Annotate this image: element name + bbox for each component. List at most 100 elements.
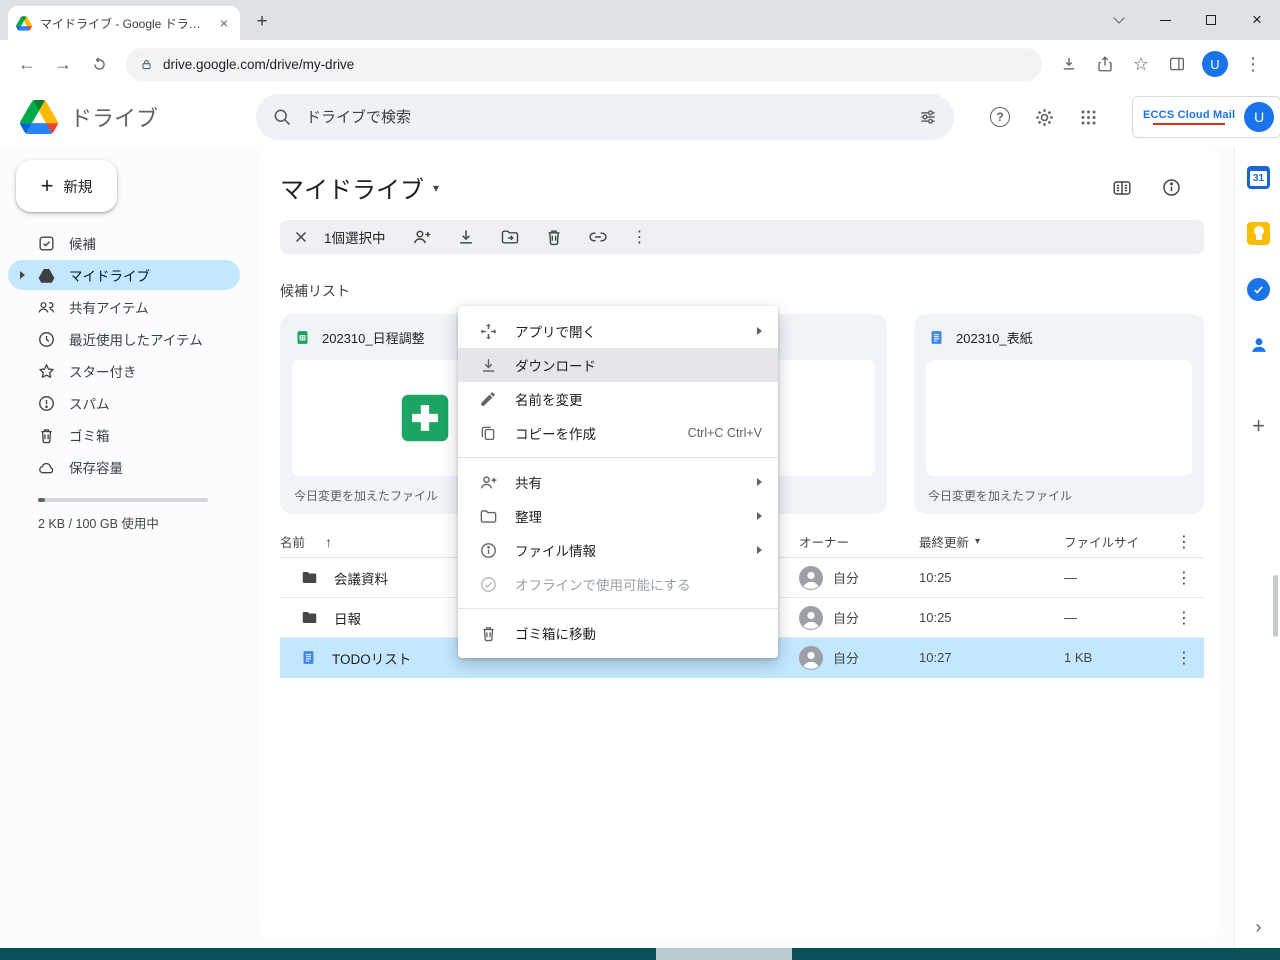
menu-item-move-to-trash[interactable]: ゴミ箱に移動 [458,616,778,650]
downloads-icon[interactable] [1052,47,1086,81]
account-avatar[interactable]: U [1244,102,1274,132]
forward-button[interactable]: → [46,47,80,81]
back-button[interactable]: ← [10,47,44,81]
sidebar-item-storage[interactable]: 保存容量 [8,452,240,482]
folder-icon [300,568,319,587]
side-panel-icon[interactable] [1160,47,1194,81]
column-options-icon[interactable]: ⋮ [1164,532,1204,552]
account-badge[interactable]: ECCS Cloud Mail U [1132,96,1280,138]
rename-pencil-icon [478,389,498,409]
shared-people-icon [36,297,56,317]
page-title[interactable]: マイドライブ ▾ [280,170,439,205]
suggestion-card[interactable]: 202310_表紙 今日変更を加えたファイル [914,314,1204,514]
share-icon[interactable] [1088,47,1122,81]
bookmark-star-icon[interactable]: ☆ [1124,47,1158,81]
menu-divider [458,457,778,458]
scrollbar-thumb[interactable] [1273,575,1278,637]
collapse-panel-icon[interactable]: › [1256,917,1262,938]
menu-item-file-info[interactable]: ファイル情報 [458,533,778,567]
info-icon [478,540,498,560]
menu-item-make-copy[interactable]: コピーを作成 Ctrl+C Ctrl+V [458,416,778,450]
contacts-icon[interactable] [1248,334,1270,356]
window-maximize-button[interactable] [1188,0,1234,40]
trash-icon [36,425,56,445]
new-button[interactable]: + 新規 [16,160,117,212]
submenu-arrow-icon [757,546,762,554]
calendar-icon[interactable]: 31 [1247,166,1270,189]
window-close-button[interactable]: × [1234,0,1280,40]
drive-search-bar[interactable] [256,94,954,140]
column-header-name[interactable]: 名前 [280,532,305,551]
sort-ascending-icon[interactable]: ↑ [325,534,332,550]
get-link-icon[interactable] [588,227,608,247]
layout-toggle-icon[interactable] [1111,177,1133,199]
clear-selection-icon[interactable] [292,228,310,246]
delete-icon[interactable] [544,227,564,247]
more-actions-icon[interactable]: ⋮ [632,227,648,247]
menu-item-open-with[interactable]: アプリで開く [458,314,778,348]
row-menu-icon[interactable]: ⋮ [1164,568,1204,588]
sidebar-item-recent[interactable]: 最近使用したアイテム [8,324,240,354]
address-bar[interactable] [126,48,1042,81]
menu-item-offline: オフラインで使用可能にする [458,567,778,601]
browser-tab[interactable]: マイドライブ - Google ドライブ × [8,6,240,40]
recent-clock-icon [36,329,56,349]
row-menu-icon[interactable]: ⋮ [1164,648,1204,668]
menu-item-download[interactable]: ダウンロード [458,348,778,382]
help-icon[interactable]: ? [990,107,1010,127]
sidebar-item-starred[interactable]: スター付き [8,356,240,386]
menu-item-rename[interactable]: 名前を変更 [458,382,778,416]
sidebar-item-my-drive[interactable]: マイドライブ [8,260,240,290]
tab-close-icon[interactable]: × [216,15,232,31]
spreadsheet-thumbnail-icon [394,387,456,449]
offline-check-icon [478,574,498,594]
browser-profile-avatar[interactable]: U [1202,51,1228,77]
search-options-icon[interactable] [918,107,938,127]
menu-item-share[interactable]: 共有 [458,465,778,499]
my-drive-icon [36,265,56,285]
keep-icon[interactable] [1247,222,1270,245]
drive-sidebar: + 新規 候補 マイドライブ [0,146,256,948]
taskbar-edge [0,948,1280,960]
sidebar-item-shared[interactable]: 共有アイテム [8,292,240,322]
file-name: TODOリスト [332,648,411,668]
folder-icon [300,608,319,627]
expand-arrow-icon[interactable] [20,271,25,279]
sort-descending-icon[interactable]: ▾ [975,536,980,547]
column-header-owner[interactable]: オーナー [799,532,919,551]
window-minimize-button[interactable] [1142,0,1188,40]
sidebar-item-suggestions[interactable]: 候補 [8,228,240,258]
header-actions: ? ECCS Cloud Mail U [990,96,1280,138]
selection-toolbar: 1個選択中 [280,220,1204,254]
tab-title: マイドライブ - Google ドライブ [40,15,208,32]
drive-search-input[interactable] [306,109,904,126]
tab-search-icon[interactable] [1096,0,1142,40]
tasks-icon[interactable] [1247,278,1270,301]
storage-summary: 2 KB / 100 GB 使用中 [0,484,256,532]
sidebar-item-trash[interactable]: ゴミ箱 [8,420,240,450]
url-input[interactable] [163,57,1028,72]
site-security-icon[interactable] [140,58,153,71]
new-tab-button[interactable]: + [248,8,276,36]
row-menu-icon[interactable]: ⋮ [1164,608,1204,628]
apps-grid-icon[interactable] [1079,108,1098,127]
settings-gear-icon[interactable] [1034,107,1055,128]
app-name: ドライブ [70,101,158,133]
search-icon[interactable] [272,107,292,127]
menu-item-organize[interactable]: 整理 [458,499,778,533]
column-header-modified[interactable]: 最終更新 ▾ [919,532,1064,551]
add-addon-icon[interactable]: + [1252,413,1265,439]
title-dropdown-icon[interactable]: ▾ [433,181,439,195]
share-add-person-icon[interactable] [412,227,432,247]
column-header-size[interactable]: ファイルサイ [1064,532,1164,551]
sidebar-item-spam[interactable]: スパム [8,388,240,418]
drive-header: ドライブ ? ECCS Cloud Mail [0,88,1280,146]
move-to-folder-icon[interactable] [500,227,520,247]
reload-button[interactable] [82,47,116,81]
owner-avatar [799,606,823,630]
drive-brand[interactable]: ドライブ [0,100,256,134]
download-icon[interactable] [456,227,476,247]
new-button-label: 新規 [63,176,92,197]
details-info-icon[interactable] [1161,177,1182,198]
browser-menu-icon[interactable]: ⋮ [1236,47,1270,81]
